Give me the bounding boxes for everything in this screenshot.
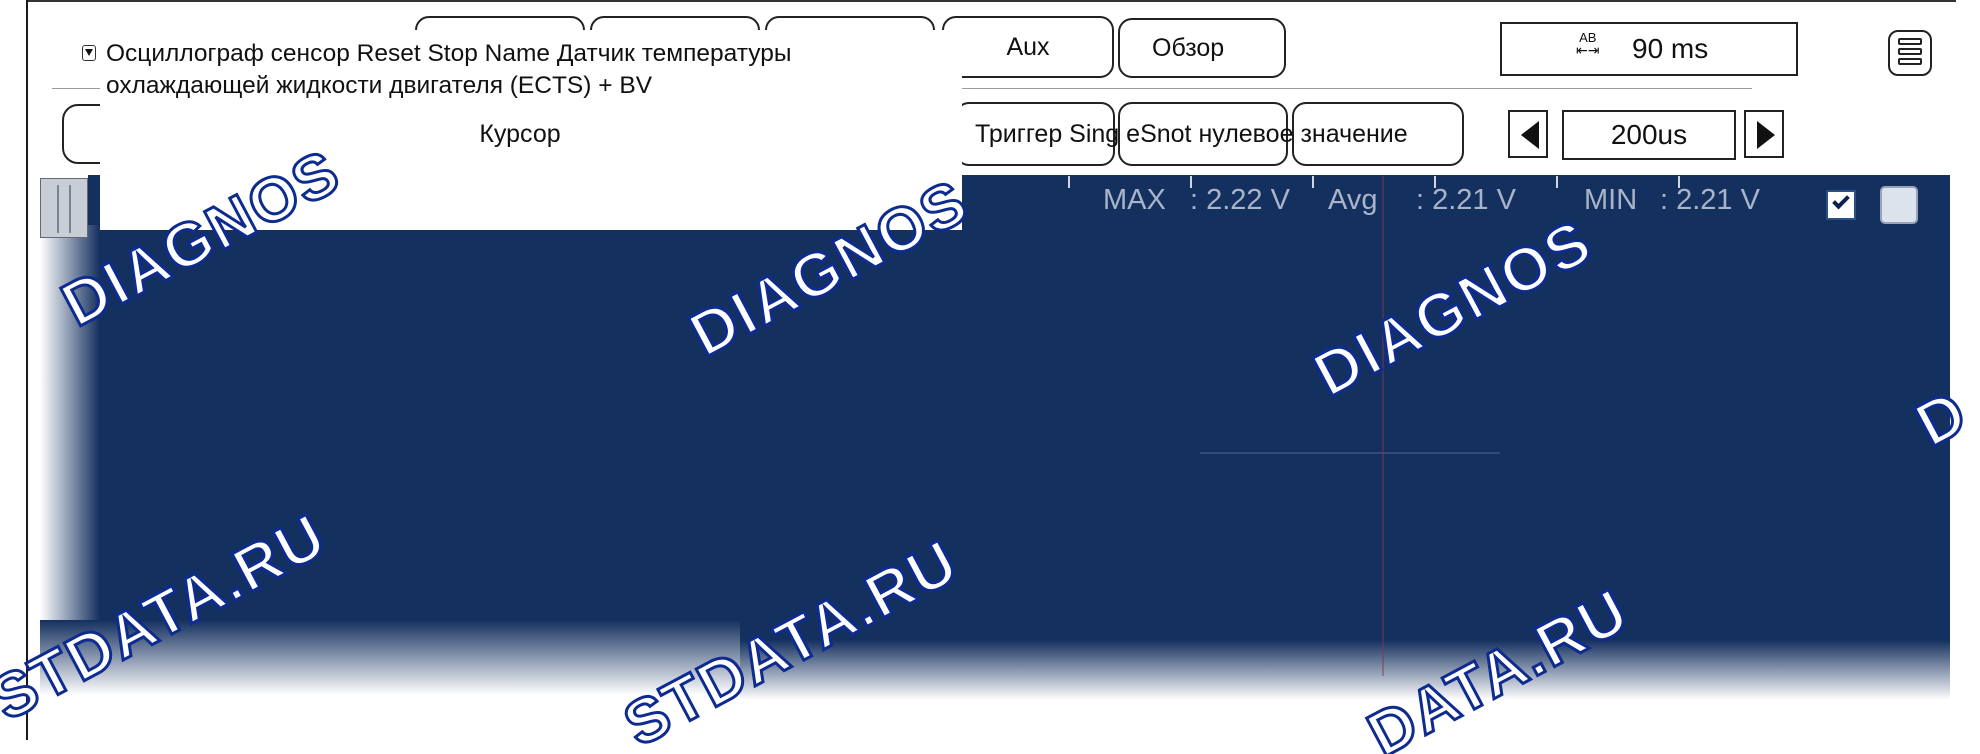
checkmark-icon: [1832, 191, 1850, 210]
trigger-mode-text: Триггер Sing eSnot нулевое значение: [975, 120, 1408, 148]
plot-tick: [1312, 176, 1314, 188]
channel-enable-checkbox[interactable]: [1826, 190, 1856, 220]
plot-bottom-edge-right: [740, 640, 1950, 700]
popup-title: Осциллограф сенсор Reset Stop Name Датчи…: [106, 40, 792, 99]
channel-color-box[interactable]: [1880, 186, 1918, 224]
oscilloscope-plot[interactable]: [88, 175, 1950, 695]
stat-max-value: : 2.22 V: [1190, 184, 1290, 216]
ab-measure-icon: AB ⇤⇥: [1576, 30, 1600, 58]
tab-overview[interactable]: Обзор: [1118, 18, 1286, 78]
popup-dropdown-icon[interactable]: [82, 45, 96, 61]
tab-aux-label: Aux: [1006, 32, 1050, 61]
menu-icon[interactable]: [1888, 30, 1932, 76]
timebase-increase-button[interactable]: [1744, 110, 1784, 158]
stat-avg-label: Avg: [1328, 184, 1378, 216]
plot-tick: [1556, 176, 1558, 188]
popup-cursor-label: Курсор: [479, 120, 561, 148]
stat-avg-value: : 2.21 V: [1416, 184, 1516, 216]
plot-tick: [1068, 176, 1070, 188]
tab-aux[interactable]: Aux: [942, 16, 1114, 78]
cursor-line[interactable]: [1382, 176, 1384, 676]
signal-trace: [1200, 452, 1500, 454]
stat-min-value: : 2.21 V: [1660, 184, 1760, 216]
vertical-scroll-grip[interactable]: [40, 178, 88, 238]
stat-max-label: MAX: [1103, 184, 1166, 216]
ab-time-value: 90 ms: [1632, 33, 1709, 64]
tab-overview-label: Обзор: [1152, 33, 1225, 62]
timebase-value: 200us: [1610, 119, 1688, 150]
stat-min-label: MIN: [1584, 184, 1638, 216]
timebase-field[interactable]: 200us: [1562, 110, 1736, 160]
timebase-decrease-button[interactable]: [1508, 110, 1548, 158]
